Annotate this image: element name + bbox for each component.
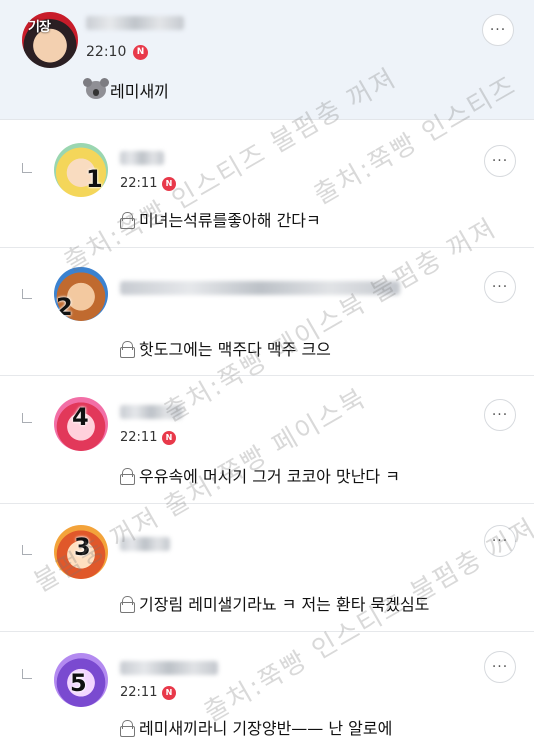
comment-text: 우유속에 머시기 그거 코코아 맛난다 ㅋ [139, 467, 400, 486]
comment-item: 5 22:11 N 레미새끼라니 기장양반—— 난 알로에 ··· [0, 633, 534, 753]
comment-text: 핫도그에는 맥주다 맥주 크으 [139, 340, 331, 359]
comment-time: 22:11 [120, 176, 158, 191]
reply-arrow-icon [22, 289, 32, 299]
lock-icon [120, 340, 135, 358]
commenter-avatar[interactable]: 4 [54, 397, 108, 451]
commenter-name-blurred[interactable] [120, 151, 164, 165]
comment-text: 미녀는석류를좋아해 간다ㅋ [139, 211, 321, 230]
lock-icon [120, 467, 135, 485]
new-badge: N [162, 177, 176, 191]
new-badge: N [133, 45, 148, 60]
reply-arrow-icon [22, 545, 32, 555]
post-content: 레미새끼 [83, 78, 169, 102]
commenter-avatar[interactable]: 5 [54, 653, 108, 707]
author-avatar[interactable]: 기장 [22, 12, 78, 68]
comment-text-row: 레미새끼라니 기장양반—— 난 알로에 [120, 715, 392, 739]
comment-item: 2 핫도그에는 맥주다 맥주 크으 ··· [0, 249, 534, 376]
comment-text-row: 미녀는석류를좋아해 간다ㅋ [120, 207, 321, 231]
comment-text: 레미새끼라니 기장양반—— 난 알로에 [139, 719, 393, 738]
new-badge: N [162, 686, 176, 700]
more-options-button[interactable]: ··· [482, 14, 514, 46]
new-badge: N [162, 431, 176, 445]
lock-icon [120, 211, 135, 229]
lock-icon [120, 719, 135, 737]
avatar-number: 2 [56, 293, 73, 321]
comment-text-row: 핫도그에는 맥주다 맥주 크으 [120, 336, 331, 360]
avatar-number: 4 [72, 403, 89, 431]
post-text: 레미새끼 [110, 82, 169, 101]
avatar-number: 5 [70, 669, 87, 697]
koala-icon [83, 78, 109, 99]
comment-item: 4 22:11 N 우유속에 머시기 그거 코코아 맛난다 ㅋ ··· [0, 377, 534, 504]
avatar-number: 1 [86, 165, 103, 193]
more-options-button[interactable]: ··· [484, 651, 516, 683]
author-name-blurred[interactable] [86, 16, 184, 30]
reply-arrow-icon [22, 163, 32, 173]
more-options-button[interactable]: ··· [484, 399, 516, 431]
comment-text: 기장림 레미샐기라뇨 ㅋ 저는 환타 묵겠심도 [139, 595, 430, 614]
commenter-name-blurred[interactable] [120, 661, 218, 675]
reply-arrow-icon [22, 669, 32, 679]
comment-item: 3 기장림 레미샐기라뇨 ㅋ 저는 환타 묵겠심도 ··· [0, 505, 534, 632]
comment-text-row: 우유속에 머시기 그거 코코아 맛난다 ㅋ [120, 463, 400, 487]
commenter-name-blurred[interactable] [120, 281, 400, 295]
more-options-button[interactable]: ··· [484, 271, 516, 303]
comment-time: 22:11 [120, 430, 158, 445]
commenter-name-blurred[interactable] [120, 405, 182, 419]
more-options-button[interactable]: ··· [484, 525, 516, 557]
commenter-name-blurred[interactable] [120, 537, 170, 551]
original-post: 기장 22:10 N 레미새끼 ··· [0, 0, 534, 120]
more-options-button[interactable]: ··· [484, 145, 516, 177]
post-time: 22:10 [86, 44, 127, 60]
reply-arrow-icon [22, 413, 32, 423]
commenter-avatar[interactable]: 1 [54, 143, 108, 197]
comment-time: 22:11 [120, 685, 158, 700]
avatar-number: 3 [74, 533, 91, 561]
lock-icon [120, 595, 135, 613]
commenter-avatar[interactable]: 3 [54, 525, 108, 579]
comment-text-row: 기장림 레미샐기라뇨 ㅋ 저는 환타 묵겠심도 [120, 591, 429, 615]
comment-item: 1 22:11 N 미녀는석류를좋아해 간다ㅋ ··· [0, 121, 534, 248]
commenter-avatar[interactable]: 2 [54, 267, 108, 321]
avatar-label: 기장 [28, 20, 51, 35]
